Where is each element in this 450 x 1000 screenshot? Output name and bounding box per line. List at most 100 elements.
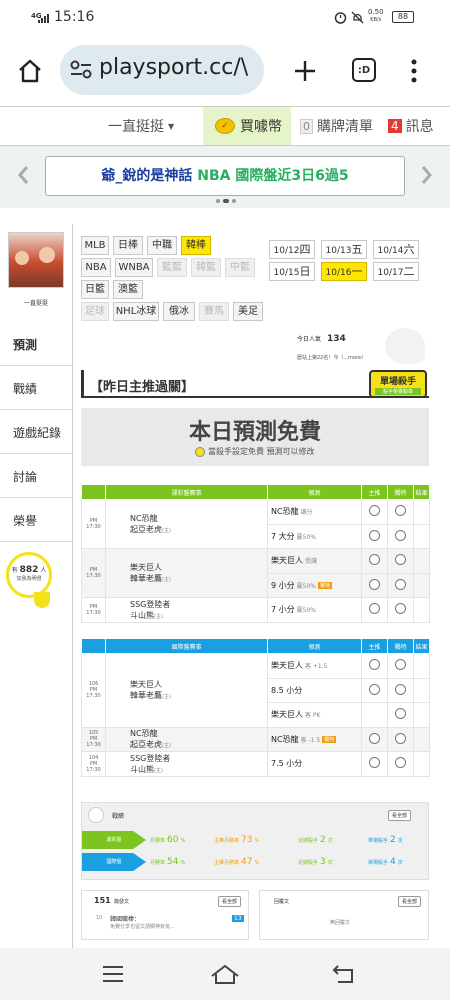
sidebar-item-game-log[interactable]: 遊戲紀錄 — [0, 410, 72, 454]
pick-text: 7.5 小分 — [271, 759, 303, 769]
unique-pick-radio[interactable] — [395, 683, 406, 695]
unique-pick-radio[interactable] — [395, 529, 406, 541]
back-button[interactable] — [330, 962, 358, 986]
sidebar-item-record[interactable]: 戰績 — [0, 366, 72, 410]
main-pick-radio[interactable] — [369, 757, 380, 769]
main-pick-radio[interactable] — [369, 529, 380, 541]
game-time: PM 17:30 — [86, 518, 101, 530]
unique-pick-radio[interactable] — [395, 554, 406, 566]
league-tab[interactable]: 日籃 — [81, 280, 109, 299]
sidebar-item-predict[interactable]: 預測 — [0, 322, 72, 366]
league-tab[interactable]: NBA — [81, 258, 111, 277]
radio-cell — [387, 548, 414, 574]
cart-link[interactable]: 0 購牌清單 — [300, 107, 373, 145]
signal-icon — [38, 11, 50, 23]
date-tab[interactable]: 10/13五 — [321, 240, 367, 259]
recent-apps-button[interactable] — [98, 962, 128, 986]
date-tab[interactable]: 10/16一 — [321, 262, 367, 281]
unique-pick-radio[interactable] — [395, 732, 406, 744]
main-pick-radio[interactable] — [369, 683, 380, 695]
date-tab[interactable]: 10/17二 — [373, 262, 419, 281]
league-tab[interactable]: NHL冰球 — [113, 302, 159, 321]
league-tab[interactable]: WNBA — [115, 258, 153, 277]
sidebar-item-label: 戰績 — [13, 382, 38, 396]
sidebar-item-discussion[interactable]: 討論 — [0, 454, 72, 498]
date-label: 10/12 — [273, 246, 300, 256]
team-away: NC恐龍 — [130, 514, 158, 523]
main-pick-radio[interactable] — [369, 505, 380, 517]
tab-switcher-button[interactable]: :D — [352, 58, 376, 82]
main-pick-radio[interactable] — [369, 578, 380, 590]
league-tab[interactable]: 中籃 — [225, 258, 255, 277]
league-tab[interactable]: 日棒 — [113, 236, 143, 255]
pick-sub: 贏50% — [296, 607, 316, 615]
url-text: playsport.cc/\ — [99, 55, 249, 80]
unique-pick-radio[interactable] — [395, 659, 406, 671]
league-tab[interactable]: 韓棒 — [181, 236, 211, 255]
main-pick-radio[interactable] — [369, 732, 380, 744]
game-time-cell: PM 17:30 — [81, 597, 106, 623]
team-away: NC恐龍 — [130, 729, 158, 739]
league-tab[interactable]: MLB — [81, 236, 109, 255]
post-item-title[interactable]: 韓國職棒： — [110, 914, 140, 923]
battery-level: 88 — [397, 12, 409, 21]
banner-prev-button[interactable] — [12, 160, 34, 190]
team-home-name: 韓華老鷹 — [130, 574, 162, 583]
league-tab[interactable]: 俄冰 — [163, 302, 195, 321]
sidebar: 一直挺挺 預測 戰績 遊戲紀錄 討論 榮譽 有 882 人 加我為明燈 — [0, 224, 72, 948]
record-stat: 月勝率 54% — [150, 857, 185, 867]
league-tab[interactable]: 籃籃 — [157, 258, 187, 277]
sidebar-item-honor[interactable]: 榮譽 — [0, 498, 72, 542]
table-row: PM 17:30NC恐龍起亞老虎(主)2分贏50%NC恐龍讓分 — [81, 499, 430, 549]
network-speed: 0.50 KB/s — [368, 8, 384, 24]
home-button[interactable] — [15, 56, 45, 86]
pick-text: 樂天巨人 — [271, 661, 303, 671]
avatar[interactable] — [8, 232, 64, 288]
main-pick-radio[interactable] — [369, 659, 380, 671]
pick-sub: 贏50% — [296, 582, 316, 590]
league-tab[interactable]: 韓籃 — [191, 258, 221, 277]
post-item-num: 10 — [96, 915, 103, 921]
post-item-text[interactable]: 免費分享也留文請關神有批... — [110, 923, 175, 930]
system-nav-bar — [0, 948, 450, 1000]
address-bar[interactable]: playsport.cc/\ — [60, 45, 264, 95]
overflow-menu-button[interactable] — [404, 56, 424, 86]
posts-more-button[interactable]: 看全部 — [218, 896, 242, 907]
game-time: PM 17:30 — [86, 687, 101, 700]
record-more-button[interactable]: 看全部 — [388, 810, 412, 821]
main-pick-radio[interactable] — [369, 554, 380, 566]
replies-more-button[interactable]: 看全部 — [398, 896, 422, 907]
league-tab[interactable]: 澳籃 — [113, 280, 143, 299]
menu-icon — [103, 966, 123, 982]
lightbulb-icon — [34, 592, 50, 608]
unique-pick-radio[interactable] — [395, 578, 406, 590]
team-away: SSG登陸者 — [130, 753, 171, 763]
unique-pick-radio[interactable] — [395, 505, 406, 517]
main-pick-radio[interactable] — [369, 603, 380, 615]
record-stat: 近期殺手 3 次 — [298, 857, 333, 867]
unique-pick-radio[interactable] — [395, 757, 406, 769]
date-tab[interactable]: 10/14六 — [373, 240, 419, 259]
header-cell: 預測 — [267, 638, 362, 654]
header-cell: 國際盤賽事 — [105, 638, 268, 654]
league-tab[interactable]: 中職 — [147, 236, 177, 255]
user-menu[interactable]: 一直挺挺 ▼ — [108, 107, 174, 145]
games-table: 國際盤賽事 預測 主推 獨特 結果 106 PM 17:30 樂天巨人 韓華老鷹(主) 樂天巨人客… — [81, 638, 430, 777]
date-tab[interactable]: 10/15日 — [269, 262, 315, 281]
league-tab[interactable]: 賽馬 — [199, 302, 229, 321]
replies-empty: 無回覆文 — [330, 920, 351, 926]
banner-next-button[interactable] — [416, 160, 438, 190]
pick-sub: 讓分 — [300, 509, 313, 517]
unique-pick-radio[interactable] — [395, 603, 406, 615]
league-tab[interactable]: 足球 — [81, 302, 109, 321]
coins-button[interactable]: ✓ 買噱幣 — [203, 107, 291, 145]
unique-pick-radio[interactable] — [395, 708, 406, 720]
messages-link[interactable]: 4 訊息 — [388, 107, 434, 145]
banner-text-box[interactable]: 爺_銳的是神話 NBA 國際盤近3日6過5 — [45, 156, 405, 196]
system-home-button[interactable] — [208, 960, 242, 988]
date-tab[interactable]: 10/12四 — [269, 240, 315, 259]
new-tab-button[interactable] — [290, 56, 320, 86]
pick-cell: 樂天巨人客 PK — [267, 702, 362, 728]
league-tab[interactable]: 美足 — [233, 302, 263, 321]
site-settings-icon[interactable] — [70, 60, 92, 84]
